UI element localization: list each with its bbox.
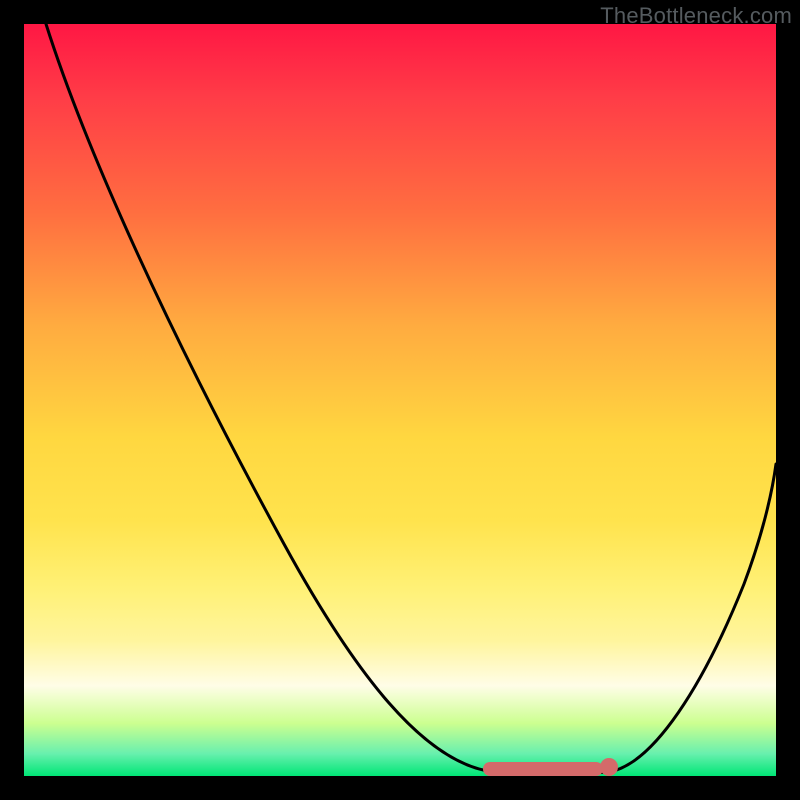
watermark-text: TheBottleneck.com (600, 3, 792, 29)
optimal-range-marker (483, 762, 603, 776)
bottleneck-curve (24, 24, 776, 776)
curve-path (46, 24, 776, 774)
optimal-range-endcap (600, 758, 618, 776)
chart-stage: TheBottleneck.com (0, 0, 800, 800)
plot-area (24, 24, 776, 776)
